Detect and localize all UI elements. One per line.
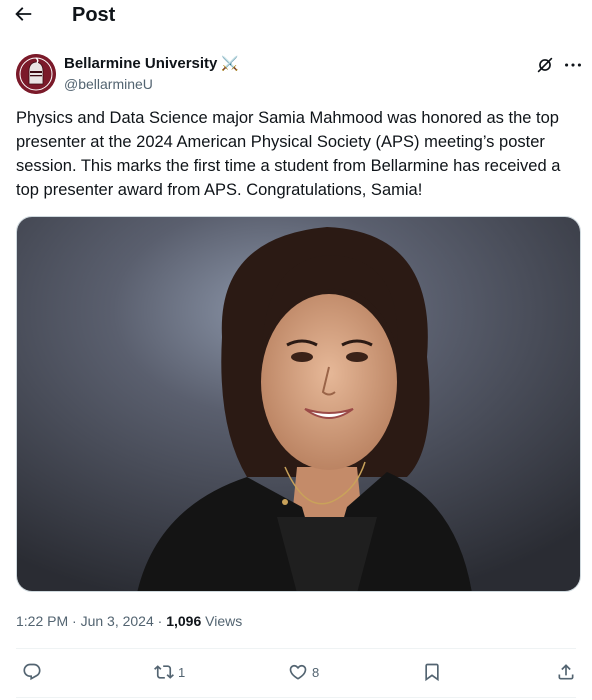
post-meta: 1:22 PM · Jun 3, 2024 · 1,096 Views — [16, 613, 242, 629]
arrow-left-icon — [15, 7, 32, 21]
views-label: Views — [201, 613, 243, 629]
views-count: 1,096 — [166, 613, 202, 629]
divider-bottom — [16, 697, 576, 698]
share-button[interactable] — [556, 662, 580, 682]
avatar[interactable] — [16, 54, 56, 94]
post-text: Physics and Data Science major Samia Mah… — [16, 109, 561, 199]
reply-button[interactable] — [22, 662, 46, 682]
bookmark-button[interactable] — [422, 662, 446, 682]
share-icon — [558, 664, 574, 680]
page-header: Post — [0, 0, 592, 34]
grok-button[interactable] — [534, 54, 556, 76]
page-title: Post — [72, 4, 116, 26]
author-name[interactable]: Bellarmine University — [64, 55, 217, 72]
post-photo[interactable] — [16, 216, 581, 592]
repost-icon — [154, 665, 174, 679]
heart-icon — [289, 664, 307, 680]
post-timestamp[interactable]: 1:22 PM · Jun 3, 2024 · — [16, 613, 166, 629]
divider-top — [16, 648, 576, 649]
knight-helmet-logo — [16, 54, 56, 94]
reply-icon — [23, 663, 41, 681]
more-horizontal-icon — [565, 63, 581, 67]
like-count: 8 — [312, 664, 320, 680]
student-portrait-photo — [17, 217, 580, 591]
repost-button[interactable]: 1 — [154, 662, 185, 682]
bookmark-icon — [425, 663, 439, 682]
more-options-button[interactable] — [562, 54, 584, 76]
swords-emoji-icon: ⚔️ — [221, 55, 239, 71]
repost-count: 1 — [178, 664, 186, 680]
action-bar: 1 8 — [0, 650, 592, 698]
like-button[interactable]: 8 — [288, 662, 319, 682]
author-handle[interactable]: @bellarmineU — [64, 76, 153, 92]
grok-icon — [537, 57, 553, 73]
back-button[interactable] — [12, 3, 42, 29]
author-name-row: Bellarmine University ⚔️ — [64, 55, 239, 72]
